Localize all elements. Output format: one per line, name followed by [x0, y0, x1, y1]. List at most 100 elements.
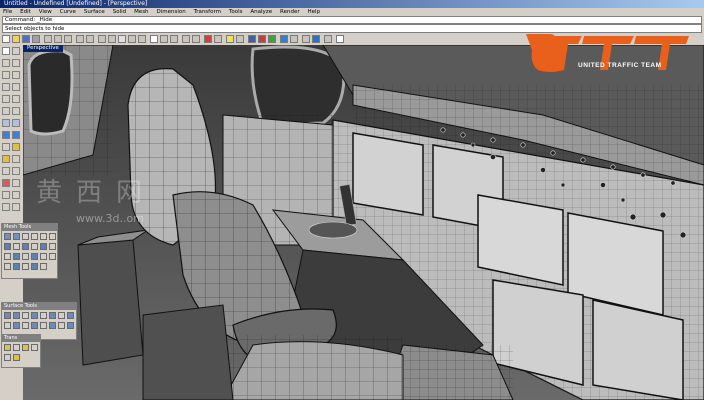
select-arrow-icon[interactable]	[2, 47, 10, 55]
scale-tool-icon[interactable]	[2, 203, 10, 211]
ellipse-tool-icon[interactable]	[12, 83, 20, 91]
new-file-icon[interactable]	[2, 35, 10, 43]
join-tool-icon[interactable]	[12, 167, 20, 175]
mesh-flip-icon[interactable]	[49, 253, 56, 260]
light-tool-icon[interactable]	[12, 143, 20, 151]
polyline-tool-icon[interactable]	[12, 59, 20, 67]
mesh-reduce-icon[interactable]	[22, 243, 29, 250]
surface-rebuild-icon[interactable]	[4, 322, 11, 329]
menu-dimension[interactable]: Dimension	[153, 8, 188, 16]
boolean-tool-icon[interactable]	[2, 179, 10, 187]
snap-icon[interactable]	[192, 35, 200, 43]
point-icon[interactable]	[182, 35, 190, 43]
surface-tools-title[interactable]: Surface Tools	[2, 303, 76, 310]
circle-tool-icon[interactable]	[12, 71, 20, 79]
save-icon[interactable]	[22, 35, 30, 43]
mesh-patch-icon[interactable]	[40, 253, 47, 260]
copy-tool-icon[interactable]	[2, 191, 10, 199]
menu-tools[interactable]: Tools	[226, 8, 246, 16]
shaded-icon[interactable]	[280, 35, 288, 43]
surface-merge-icon[interactable]	[49, 312, 56, 319]
menu-solid[interactable]: Solid	[110, 8, 129, 16]
mesh-trim-icon[interactable]	[49, 243, 56, 250]
transform-orient-icon[interactable]	[13, 354, 20, 361]
mirror-tool-icon[interactable]	[12, 203, 20, 211]
transform-rotate-icon[interactable]	[13, 344, 20, 351]
sphere-tool-icon[interactable]	[12, 131, 20, 139]
mesh-explode-icon[interactable]	[22, 253, 29, 260]
material-icon[interactable]	[258, 35, 266, 43]
render-icon[interactable]	[248, 35, 256, 43]
zoom-window-icon[interactable]	[128, 35, 136, 43]
hide-icon[interactable]	[214, 35, 222, 43]
box-tool-icon[interactable]	[2, 131, 10, 139]
surface-shrink-icon[interactable]	[13, 322, 20, 329]
mesh-check-icon[interactable]	[40, 263, 47, 270]
print-icon[interactable]	[32, 35, 40, 43]
menu-curve[interactable]: Curve	[57, 8, 79, 16]
transform-move-icon[interactable]	[4, 344, 11, 351]
environment-icon[interactable]	[268, 35, 276, 43]
surface-blend-icon[interactable]	[31, 312, 38, 319]
paste-icon[interactable]	[64, 35, 72, 43]
light-icon[interactable]	[226, 35, 234, 43]
cut-icon[interactable]	[44, 35, 52, 43]
properties-icon[interactable]	[204, 35, 212, 43]
rendered-icon[interactable]	[312, 35, 320, 43]
mesh-unweld-icon[interactable]	[13, 243, 20, 250]
surface-loft-icon[interactable]	[58, 322, 65, 329]
menu-transform[interactable]: Transform	[191, 8, 224, 16]
menu-surface[interactable]: Surface	[81, 8, 108, 16]
copy-icon[interactable]	[54, 35, 62, 43]
mesh-box-icon[interactable]	[4, 233, 11, 240]
group-tool-icon[interactable]	[2, 155, 10, 163]
surface-extend-icon[interactable]	[58, 312, 65, 319]
menu-file[interactable]: File	[0, 8, 15, 16]
layer-icon[interactable]	[160, 35, 168, 43]
mesh-split-icon[interactable]	[40, 243, 47, 250]
viewport-tab[interactable]: Perspective	[23, 45, 63, 52]
mesh-outline-icon[interactable]	[31, 263, 38, 270]
menu-view[interactable]: View	[36, 8, 55, 16]
menu-help[interactable]: Help	[305, 8, 324, 16]
surface-join-icon[interactable]	[31, 322, 38, 329]
surface-split-icon[interactable]	[22, 322, 29, 329]
surface-untrim-icon[interactable]	[67, 312, 74, 319]
lock-icon[interactable]	[236, 35, 244, 43]
grid-icon[interactable]	[150, 35, 158, 43]
mesh-sphere-icon[interactable]	[13, 233, 20, 240]
menu-edit[interactable]: Edit	[17, 8, 34, 16]
text-tool-icon[interactable]	[2, 107, 10, 115]
mesh-quad-icon[interactable]	[13, 263, 20, 270]
wireframe-icon[interactable]	[290, 35, 298, 43]
mesh-extract-icon[interactable]	[22, 263, 29, 270]
undo-icon[interactable]	[76, 35, 84, 43]
mesh-torus-icon[interactable]	[49, 233, 56, 240]
mesh-plane-icon[interactable]	[22, 233, 29, 240]
zoom-icon[interactable]	[118, 35, 126, 43]
transform-title[interactable]: Trans	[2, 335, 40, 342]
split-tool-icon[interactable]	[12, 155, 20, 163]
mesh-smooth-icon[interactable]	[31, 243, 38, 250]
transform-mirror-icon[interactable]	[31, 344, 38, 351]
surface-flip-icon[interactable]	[40, 322, 47, 329]
open-icon[interactable]	[12, 35, 20, 43]
ghosted-icon[interactable]	[302, 35, 310, 43]
plane-tool-icon[interactable]	[2, 119, 10, 127]
surface-offset-icon[interactable]	[22, 312, 29, 319]
mesh-offset-icon[interactable]	[4, 253, 11, 260]
mesh-tool-icon[interactable]	[2, 143, 10, 151]
transform-array-icon[interactable]	[4, 354, 11, 361]
mesh-cylinder-icon[interactable]	[31, 233, 38, 240]
mesh-weld-icon[interactable]	[4, 243, 11, 250]
pan-icon[interactable]	[98, 35, 106, 43]
transform-scale-icon[interactable]	[22, 344, 29, 351]
surface-sweep-icon[interactable]	[67, 322, 74, 329]
mesh-join-icon[interactable]	[13, 253, 20, 260]
redo-icon[interactable]	[86, 35, 94, 43]
mesh-triangulate-icon[interactable]	[4, 263, 11, 270]
zoom-extents-icon[interactable]	[138, 35, 146, 43]
mesh-tools-title[interactable]: Mesh Tools	[2, 224, 57, 231]
arc-tool-icon[interactable]	[2, 83, 10, 91]
surface-tool-icon[interactable]	[12, 119, 20, 127]
